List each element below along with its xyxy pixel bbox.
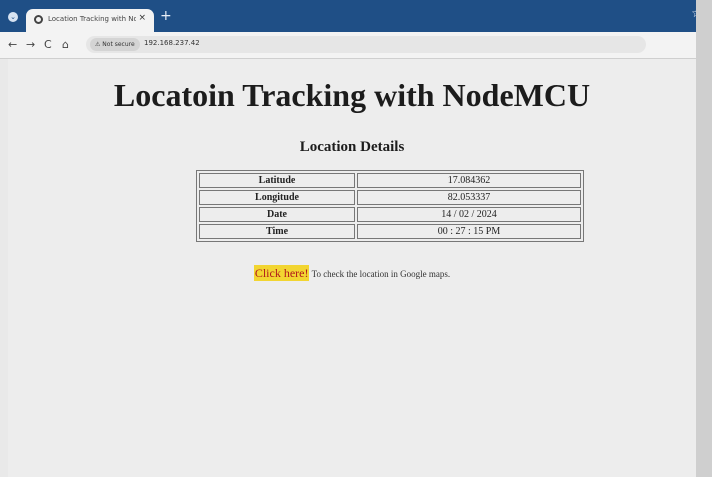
- row-label: Latitude: [199, 173, 355, 188]
- favicon-icon: [34, 15, 43, 24]
- page-title: Locatoin Tracking with NodeMCU: [113, 77, 591, 113]
- back-icon[interactable]: ←: [8, 38, 17, 51]
- forward-icon[interactable]: →: [26, 38, 35, 51]
- maps-link-description: To check the location in Google maps.: [309, 269, 451, 279]
- page-content: Locatoin Tracking with NodeMCU Location …: [8, 59, 696, 477]
- browser-toolbar: ← → C ⌂ ⚠ Not secure 192.168.237.42: [0, 32, 712, 59]
- screen-bezel: [696, 0, 712, 477]
- row-value: 17.084362: [357, 173, 581, 188]
- new-tab-button[interactable]: +: [160, 8, 172, 24]
- row-value: 14 / 02 / 2024: [357, 207, 581, 222]
- row-label: Time: [199, 224, 355, 239]
- location-details-table: Latitude 17.084362 Longitude 82.053337 D…: [196, 170, 584, 242]
- browser-tab-active[interactable]: Location Tracking with NodeMC ×: [26, 9, 154, 32]
- table-row: Time 00 : 27 : 15 PM: [199, 224, 581, 239]
- not-secure-badge[interactable]: ⚠ Not secure: [90, 38, 140, 51]
- table-row: Longitude 82.053337: [199, 190, 581, 205]
- row-value: 00 : 27 : 15 PM: [357, 224, 581, 239]
- address-bar[interactable]: ⚠ Not secure 192.168.237.42: [86, 36, 646, 53]
- home-icon[interactable]: ⌂: [62, 38, 69, 51]
- table-row: Latitude 17.084362: [199, 173, 581, 188]
- table-row: Date 14 / 02 / 2024: [199, 207, 581, 222]
- tab-title: Location Tracking with NodeMC: [48, 15, 136, 23]
- row-value: 82.053337: [357, 190, 581, 205]
- close-tab-icon[interactable]: ×: [138, 13, 146, 23]
- browser-tab-bar: ⌄ Location Tracking with NodeMC × + ☆: [0, 0, 712, 32]
- screen: ⌄ Location Tracking with NodeMC × + ☆ ← …: [0, 0, 712, 477]
- window-menu-icon[interactable]: ⌄: [8, 12, 18, 22]
- reload-icon[interactable]: C: [44, 38, 52, 51]
- row-label: Date: [199, 207, 355, 222]
- maps-link-line: Click here! To check the location in Goo…: [8, 265, 696, 281]
- url-text[interactable]: 192.168.237.42: [144, 39, 200, 47]
- section-title: Location Details: [299, 139, 405, 155]
- row-label: Longitude: [199, 190, 355, 205]
- google-maps-link[interactable]: Click here!: [253, 265, 310, 281]
